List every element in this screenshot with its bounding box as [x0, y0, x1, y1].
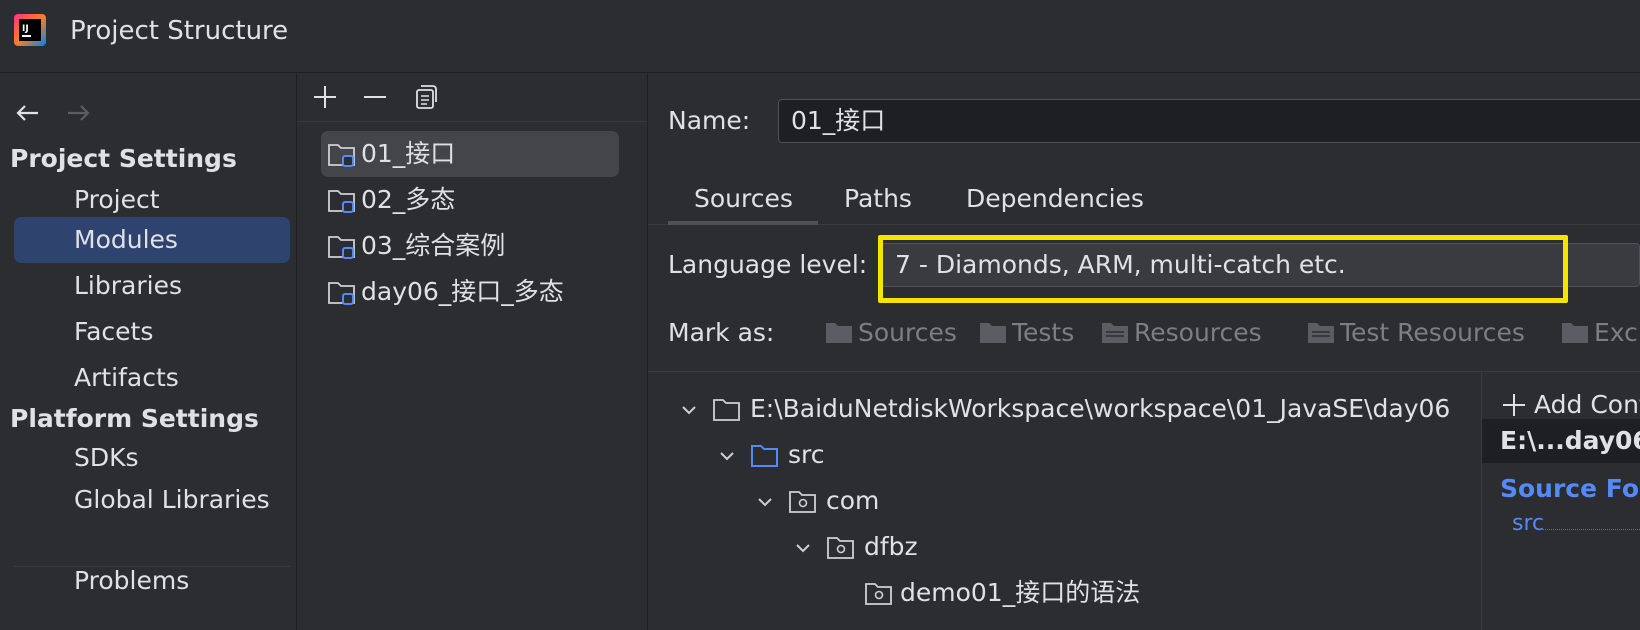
logo-text: IJ [22, 24, 29, 34]
module-folder-icon [327, 140, 357, 168]
chevron-down-icon[interactable] [792, 537, 814, 559]
module-name-field[interactable]: 01_接口 [778, 99, 1640, 143]
nav-item-libraries[interactable]: Libraries [14, 263, 290, 309]
active-tab-indicator [668, 221, 818, 225]
name-label: Name: [668, 106, 751, 135]
intellij-logo-icon: IJ [14, 14, 46, 46]
package-icon [864, 579, 894, 607]
tab-sources[interactable]: Sources [694, 177, 793, 221]
module-folder-icon [327, 232, 357, 260]
module-item[interactable]: day06_接口_多态 [321, 269, 619, 315]
plus-icon [1500, 391, 1528, 419]
module-item[interactable]: 02_多态 [321, 177, 619, 223]
arrow-left-icon[interactable] [12, 97, 44, 129]
source-folders-title: Source Folders [1500, 474, 1640, 503]
module-settings-panel: Name: 01_接口 Sources Paths Dependencies L… [648, 73, 1640, 630]
highlight-annotation [878, 235, 1568, 303]
source-folder-icon [750, 441, 780, 469]
tab-paths[interactable]: Paths [844, 177, 912, 221]
nav-item-global-libraries[interactable]: Global Libraries [14, 477, 290, 523]
folder-icon [712, 395, 742, 423]
nav-item-facets[interactable]: Facets [14, 309, 290, 355]
section-platform-settings: Platform Settings [10, 404, 259, 433]
chevron-down-icon[interactable] [716, 445, 738, 467]
source-folder-leader [1536, 529, 1640, 530]
window-title: Project Structure [70, 16, 289, 46]
minus-icon[interactable] [359, 81, 391, 113]
module-list-panel: 01_接口 02_多态 03_综合案例 day06_接口_多态 [297, 73, 648, 630]
source-folder-entry[interactable]: src [1512, 507, 1544, 541]
mark-as-border [648, 371, 1640, 372]
chevron-down-icon[interactable] [678, 399, 700, 421]
module-folder-icon [327, 186, 357, 214]
nav-item-problems[interactable]: Problems [14, 558, 290, 604]
settings-nav: Project Settings Project Modules Librari… [0, 73, 297, 630]
title-bar: IJ Project Structure [0, 0, 1640, 73]
section-project-settings: Project Settings [10, 144, 237, 173]
test-resources-folder-icon [1306, 320, 1336, 346]
language-level-label: Language level: [668, 250, 868, 279]
copy-icon[interactable] [409, 81, 441, 113]
excluded-folder-icon [1560, 320, 1590, 346]
resources-folder-icon [1100, 320, 1130, 346]
module-folder-icon [327, 278, 357, 306]
content-root-divider [1481, 372, 1482, 630]
nav-item-artifacts[interactable]: Artifacts [14, 355, 290, 401]
nav-item-modules[interactable]: Modules [14, 217, 290, 263]
module-list-toolbar [297, 73, 647, 122]
mark-as-label: Mark as: [668, 318, 775, 347]
folder-icon [824, 320, 854, 346]
arrow-right-icon[interactable] [62, 97, 94, 129]
chevron-down-icon[interactable] [754, 491, 776, 513]
plus-icon[interactable] [309, 81, 341, 113]
module-item[interactable]: 01_接口 [321, 131, 619, 177]
tab-dependencies[interactable]: Dependencies [966, 177, 1144, 221]
folder-icon [978, 320, 1008, 346]
content-root-path: E:\...day06 [1482, 419, 1640, 463]
package-icon [826, 533, 856, 561]
package-icon [788, 487, 818, 515]
module-item[interactable]: 03_综合案例 [321, 223, 619, 269]
nav-item-sdks[interactable]: SDKs [14, 435, 290, 481]
